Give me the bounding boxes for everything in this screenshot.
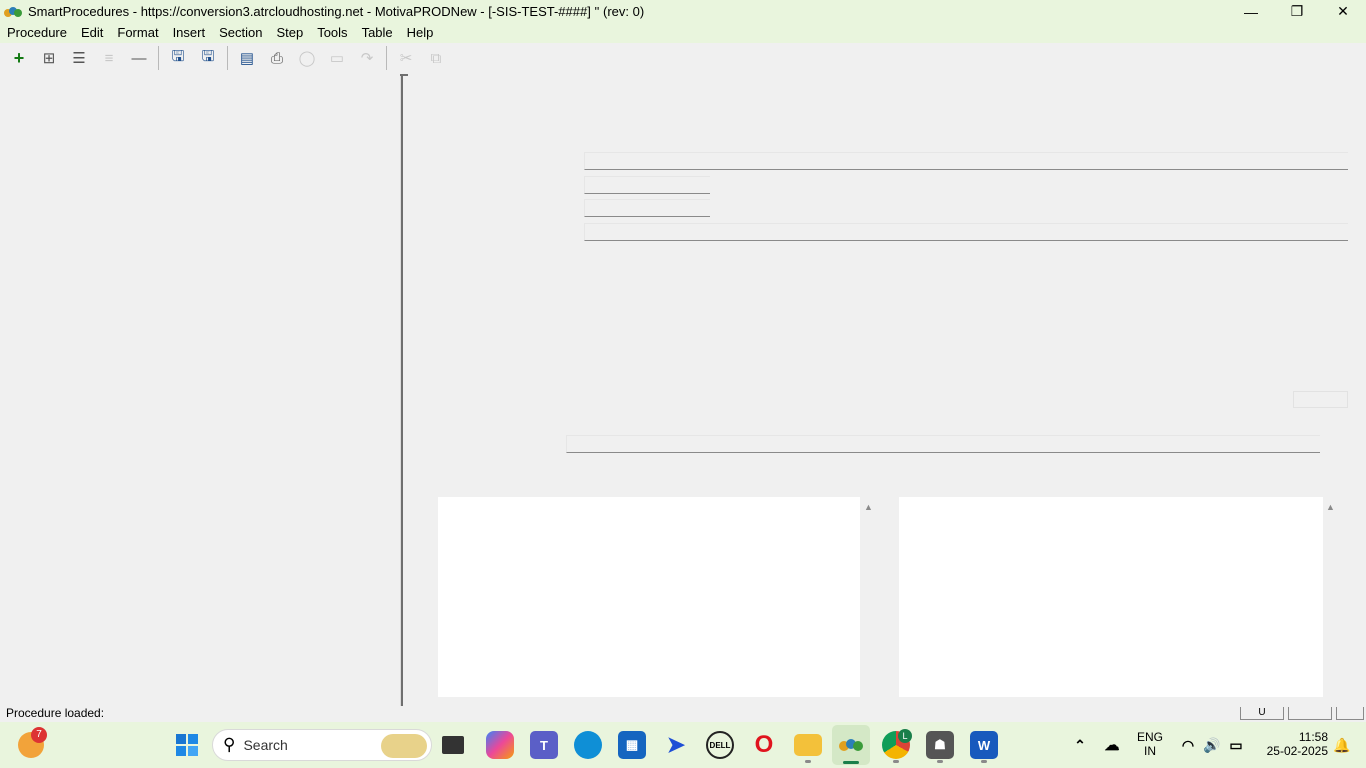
scroll-up-icon[interactable]: ▲ [1326,502,1335,512]
preview-icon[interactable]: ▭ [322,45,352,71]
app-logo-icon [4,6,22,18]
contacts-icon[interactable]: ☗ [926,731,954,759]
search-label: Search [243,737,288,753]
close-button[interactable]: ✕ [1320,0,1366,23]
scroll-up-icon[interactable]: ▲ [864,502,873,512]
add-child-icon[interactable]: ⊞ [34,45,64,71]
show-hidden-icons[interactable]: ⌃ [1066,731,1094,759]
language-indicator[interactable]: ENG IN [1134,730,1166,758]
cut-icon[interactable]: ✂ [391,45,421,71]
window-title: SmartProcedures - https://conversion3.at… [28,4,645,19]
menu-help[interactable]: Help [400,23,441,43]
taskbar-search[interactable]: ⚲ Search [212,729,432,761]
edge-icon[interactable] [574,731,602,759]
outline-icon[interactable]: ≡ [94,45,124,71]
procedure-tree-pane[interactable] [0,74,400,704]
menu-step[interactable]: Step [269,23,310,43]
battery-icon[interactable]: ▭ [1222,731,1250,759]
menu-table[interactable]: Table [355,23,400,43]
share-icon[interactable]: ↷ [352,45,382,71]
notification-icon[interactable]: 🔔 [1328,731,1356,759]
chrome-badge: L [898,729,912,743]
pane-splitter[interactable] [400,74,403,706]
start-icon[interactable] [173,731,201,759]
restore-button[interactable]: ❐ [1274,0,1320,23]
add-icon[interactable]: + [4,45,34,71]
minimize-button[interactable]: — [1228,0,1274,23]
remove-icon[interactable]: — [124,45,154,71]
running-indicator [893,760,899,763]
splitter-cap [400,74,408,76]
save-as-icon[interactable]: 🖫 [163,45,193,71]
weather-badge: 7 [31,727,47,743]
publish-icon[interactable]: ▤ [232,45,262,71]
running-indicator [981,760,987,763]
running-indicator [805,760,811,763]
teams-icon[interactable]: T [530,731,558,759]
copy-icon[interactable]: ⧉ [421,45,451,71]
toolbar-separator [227,46,228,70]
search-highlight-icon [381,734,427,758]
refresh-icon[interactable]: ◯ [292,45,322,71]
menu-bar: Procedure Edit Format Insert Section Ste… [0,23,1366,43]
notes-field[interactable] [566,435,1320,453]
menu-procedure[interactable]: Procedure [0,23,74,43]
dell-icon[interactable]: DELL [706,731,734,759]
clock[interactable]: 11:58 25-02-2025 [1256,730,1328,758]
status-cell: U [1240,707,1284,720]
task-view-icon[interactable] [442,736,464,754]
running-indicator [937,760,943,763]
menu-edit[interactable]: Edit [74,23,110,43]
menu-format[interactable]: Format [110,23,165,43]
region-code: IN [1144,744,1156,758]
store-icon[interactable]: ▦ [618,731,646,759]
right-text-panel[interactable] [899,497,1323,697]
title-field[interactable] [584,152,1348,170]
clock-time: 11:58 [1298,730,1328,744]
taskbar: 7 ⚲ Search T ▦ ➤ DELL O L ☗ W ⌃ ☁ ENG IN… [0,722,1366,768]
number-field[interactable] [584,176,710,194]
revision-field[interactable] [584,199,710,217]
onedrive-sync-icon[interactable]: ☁ [1098,731,1126,759]
list-icon[interactable]: ☰ [64,45,94,71]
description-field[interactable] [584,223,1348,241]
left-text-panel[interactable] [438,497,860,697]
menu-tools[interactable]: Tools [310,23,354,43]
power-automate-icon[interactable]: ➤ [662,731,690,759]
active-indicator [843,761,859,764]
title-bar: SmartProcedures - https://conversion3.at… [0,0,1366,23]
file-explorer-icon[interactable] [794,734,822,756]
menu-insert[interactable]: Insert [166,23,213,43]
toolbar-separator [158,46,159,70]
smartprocedures-icon[interactable] [837,731,865,759]
status-bar: Procedure loaded: U [0,705,1366,722]
search-icon: ⚲ [223,735,236,754]
toolbar-separator [386,46,387,70]
menu-section[interactable]: Section [212,23,269,43]
word-icon[interactable]: W [970,731,998,759]
toolbar: + ⊞ ☰ ≡ — 🖫 🖫 ▤ ⎙ ◯ ▭ ↷ ✂ ⧉ [0,43,1366,73]
opera-icon[interactable]: O [750,731,778,759]
status-cell [1288,707,1332,720]
print-icon[interactable]: ⎙ [262,45,292,71]
status-cell-label: U [1258,707,1266,718]
language-code: ENG [1136,730,1163,744]
small-field[interactable] [1293,391,1348,408]
clock-date: 25-02-2025 [1266,744,1328,758]
save-icon[interactable]: 🖫 [193,45,223,71]
copilot-icon[interactable] [486,731,514,759]
status-text: Procedure loaded: [6,706,105,720]
status-cell [1336,707,1364,720]
